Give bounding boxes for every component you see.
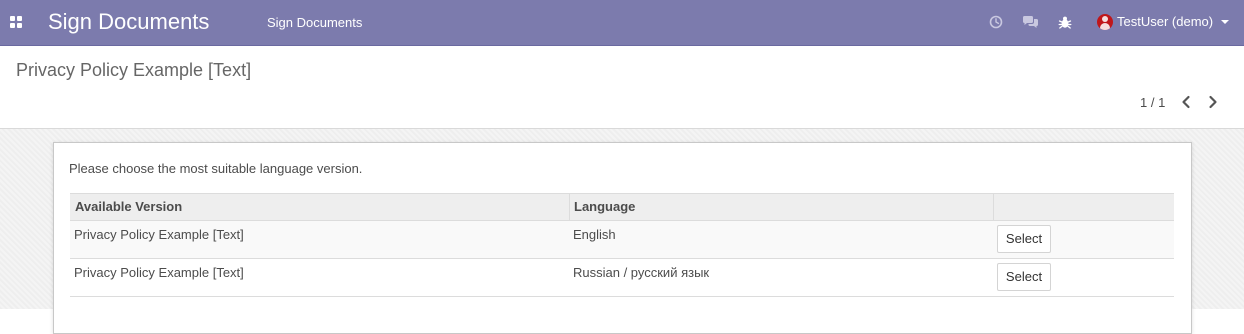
instruction-text: Please choose the most suitable language… [69, 161, 363, 176]
column-header-available-version: Available Version [75, 199, 183, 214]
table-header: Available Version Language [70, 193, 1174, 222]
chevron-right-icon[interactable] [1206, 94, 1220, 110]
form-sheet: Please choose the most suitable language… [53, 142, 1192, 334]
top-navbar: Sign Documents Sign Documents TestUser (… [0, 0, 1244, 46]
page-title: Privacy Policy Example [Text] [16, 60, 252, 80]
apps-icon[interactable] [10, 16, 23, 28]
app-title[interactable]: Sign Documents [48, 9, 209, 35]
language-cell: English [573, 227, 616, 242]
version-cell: Privacy Policy Example [Text] [74, 265, 244, 280]
column-header-language: Language [574, 199, 636, 214]
pager-value[interactable]: 1 / 1 [1140, 95, 1165, 111]
caret-down-icon [1221, 20, 1229, 24]
language-cell: Russian / русский язык [573, 265, 710, 280]
user-name: TestUser (demo) [1117, 14, 1214, 29]
column-separator [993, 194, 994, 220]
bug-icon[interactable] [1058, 14, 1072, 30]
version-cell: Privacy Policy Example [Text] [74, 227, 244, 242]
table-row: Privacy Policy Example [Text] English Se… [70, 221, 1174, 259]
select-russian-button[interactable]: Select [997, 263, 1051, 291]
clock-icon[interactable] [989, 14, 1003, 30]
column-separator [569, 194, 570, 220]
chat-icon[interactable] [1022, 14, 1039, 30]
content-area: Please choose the most suitable language… [0, 129, 1244, 334]
chevron-left-icon[interactable] [1179, 94, 1193, 110]
select-english-button[interactable]: Select [997, 225, 1051, 253]
control-panel: Privacy Policy Example [Text] 1 / 1 [0, 46, 1244, 129]
avatar [1097, 14, 1113, 30]
menu-sign-documents[interactable]: Sign Documents [267, 15, 362, 31]
table-row: Privacy Policy Example [Text] Russian / … [70, 259, 1174, 297]
